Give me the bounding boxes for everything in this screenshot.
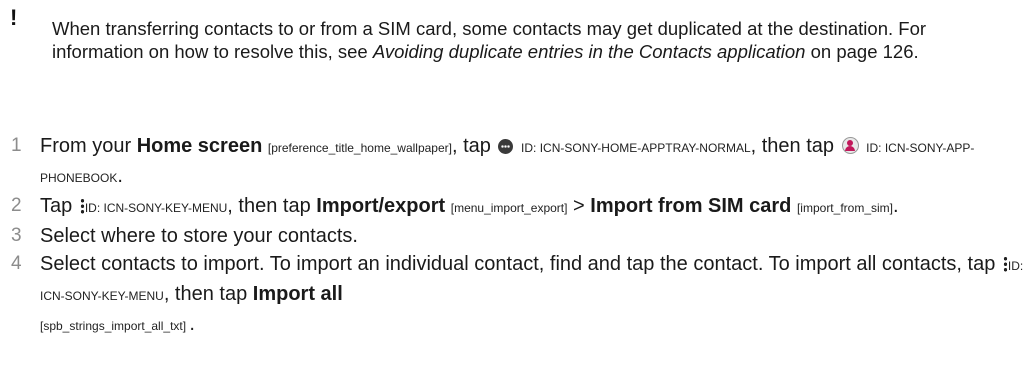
step-number: 4	[11, 253, 22, 274]
cross-reference-link[interactable]: Avoiding duplicate entries in the Contac…	[373, 41, 806, 62]
string-id-tag: [preference_title_home_wallpaper]	[267, 141, 452, 155]
step-number: 3	[11, 225, 22, 246]
icon-id-tag: ID: ICN-SONY-KEY-MENU	[84, 201, 228, 215]
import-export-label: Import/export	[316, 195, 446, 217]
steps-list: 1 From your Home screen [preference_titl…	[10, 132, 1025, 340]
phonebook-icon	[841, 137, 859, 154]
note-text: When transferring contacts to or from a …	[52, 18, 927, 62]
exclamation-icon: !	[10, 5, 18, 30]
import-all-label: Import all	[252, 283, 343, 305]
icon-id-tag: ID: ICN-SONY-HOME-APPTRAY-NORMAL	[521, 141, 751, 155]
string-id-tag: [menu_import_export]	[450, 201, 568, 215]
step-1: 1 From your Home screen [preference_titl…	[10, 132, 1025, 192]
warning-note: ! When transferring contacts to or from …	[10, 6, 1020, 63]
home-screen-label: Home screen	[136, 135, 263, 157]
string-id-tag: [spb_strings_import_all_txt] .	[40, 313, 195, 335]
step-number: 2	[11, 195, 22, 216]
step-2: 2 Tap ID: ICN-SONY-KEY-MENU, then tap Im…	[10, 192, 1025, 222]
import-from-sim-label: Import from SIM card	[590, 195, 792, 217]
step-3: 3 Select where to store your contacts.	[10, 222, 1025, 250]
step-text: Select where to store your contacts.	[40, 225, 358, 247]
apptray-icon	[498, 139, 514, 154]
string-id-tag: [import_from_sim]	[796, 201, 893, 215]
step-4: 4 Select contacts to import. To import a…	[10, 250, 1025, 340]
step-number: 1	[11, 135, 22, 156]
